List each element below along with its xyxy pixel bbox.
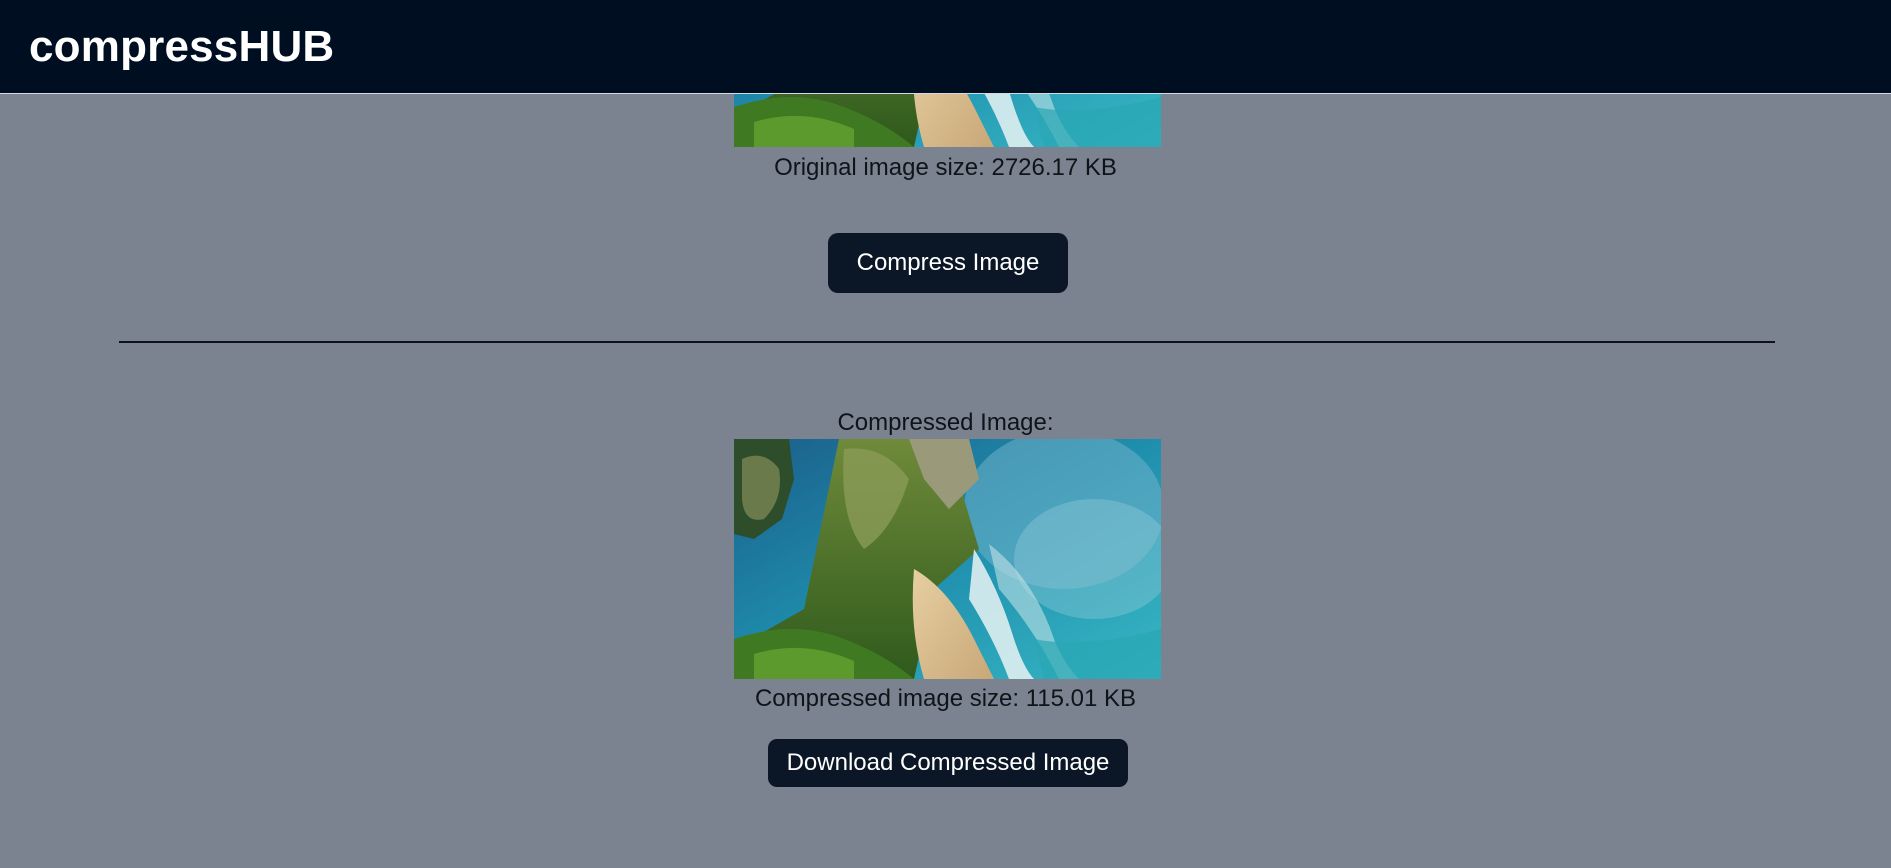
original-size-label: Original image size: 2726.17 KB xyxy=(774,154,1117,181)
section-divider xyxy=(119,341,1775,343)
compressed-image xyxy=(734,439,1161,679)
page: compressHUB Original image size: 2726.17… xyxy=(0,0,1891,868)
compressed-image-heading: Compressed Image: xyxy=(837,409,1054,436)
brand-logo[interactable]: compressHUB xyxy=(29,19,334,75)
download-compressed-image-button[interactable]: Download Compressed Image xyxy=(768,739,1128,787)
top-navbar: compressHUB xyxy=(0,0,1891,94)
compressed-size-label: Compressed image size: 115.01 KB xyxy=(754,685,1137,712)
compress-image-button[interactable]: Compress Image xyxy=(828,233,1068,293)
